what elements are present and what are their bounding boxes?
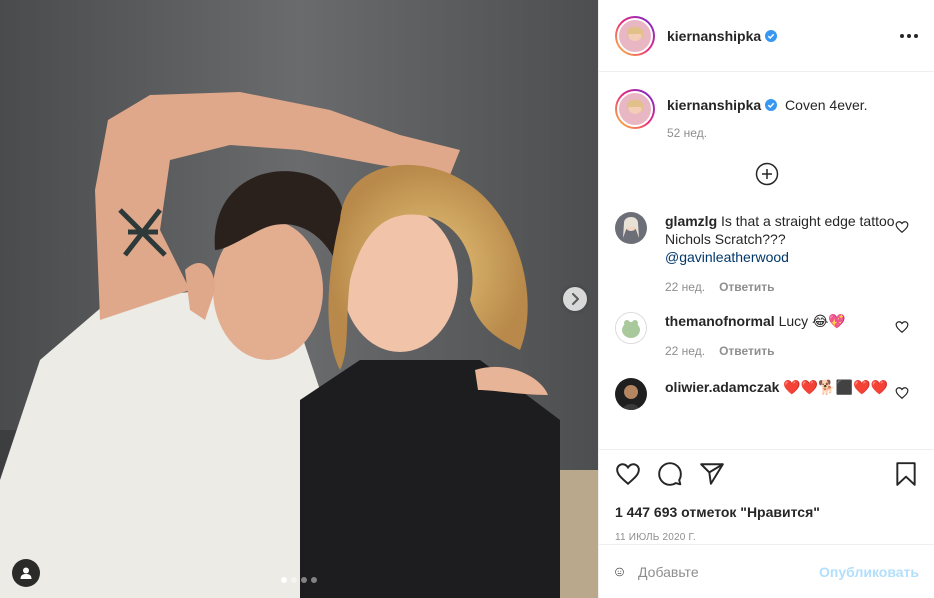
post-sidebar: kiernanshipka kiernanshipka Coven 4ever.…: [598, 0, 934, 598]
caption-username[interactable]: kiernanshipka: [667, 97, 761, 113]
reply-button[interactable]: Ответить: [719, 344, 774, 358]
share-icon[interactable]: [699, 461, 725, 487]
comment-mention[interactable]: @gavinleatherwood: [665, 248, 901, 266]
more-icon: [900, 33, 904, 38]
verified-icon: [765, 29, 778, 42]
bookmark-icon[interactable]: [893, 461, 919, 487]
commenter-avatar[interactable]: [615, 212, 647, 244]
commenter-avatar[interactable]: [615, 378, 647, 410]
comment-age[interactable]: 22 нед.: [665, 280, 705, 294]
emoji-icon[interactable]: [615, 559, 624, 585]
comment-item: themanofnormal Lucy 😂💖 22 нед. Ответить: [615, 312, 919, 358]
comment-age[interactable]: 22 нед.: [665, 344, 705, 358]
tagged-users-button[interactable]: [12, 559, 40, 587]
author-avatar[interactable]: [615, 89, 655, 129]
comment-username[interactable]: oliwier.adamczak: [665, 379, 779, 395]
post-header: kiernanshipka: [599, 0, 934, 72]
likes-count[interactable]: 1 447 693 отметок "Нравится": [615, 504, 919, 520]
carousel-next-button[interactable]: [563, 287, 587, 311]
heart-icon[interactable]: [615, 461, 641, 487]
reply-button[interactable]: Ответить: [719, 280, 774, 294]
commenter-avatar[interactable]: [615, 312, 647, 344]
comment-text: Lucy 😂💖: [778, 313, 846, 329]
comment-username[interactable]: glamzlg: [665, 213, 717, 229]
caption-age[interactable]: 52 нед.: [667, 126, 707, 140]
photo-image: [0, 0, 598, 598]
comment-icon[interactable]: [657, 461, 683, 487]
publish-button[interactable]: Опубликовать: [819, 564, 919, 580]
comment-like-icon[interactable]: [895, 220, 909, 234]
comments-section[interactable]: kiernanshipka Coven 4ever. 52 нед. glamz…: [599, 73, 934, 449]
load-more-comments[interactable]: [615, 162, 919, 186]
carousel-dot: [291, 577, 297, 583]
carousel-dot: [311, 577, 317, 583]
verified-icon: [765, 99, 778, 111]
comment-text: ❤️❤️🐕⬛❤️❤️: [783, 379, 888, 395]
author-avatar[interactable]: [615, 15, 655, 56]
carousel-indicator: [281, 577, 317, 583]
comment-item: glamzlg Is that a straight edge tattoo N…: [615, 212, 919, 294]
carousel-dot: [301, 577, 307, 583]
caption: kiernanshipka Coven 4ever. 52 нед.: [615, 89, 919, 140]
chevron-right-icon: [572, 293, 579, 305]
comment-like-icon[interactable]: [895, 386, 909, 400]
caption-text: Coven 4ever.: [785, 97, 868, 113]
post-date[interactable]: 11 ИЮЛЬ 2020 Г.: [615, 532, 919, 543]
add-comment-form: Опубликовать: [599, 544, 934, 598]
comment-like-icon[interactable]: [895, 320, 909, 334]
user-tag-icon: [20, 567, 32, 579]
comment-item: oliwier.adamczak ❤️❤️🐕⬛❤️❤️: [615, 378, 919, 410]
post-photo[interactable]: [0, 0, 598, 598]
carousel-dot: [281, 577, 287, 583]
author-username[interactable]: kiernanshipka: [667, 28, 761, 44]
comment-input[interactable]: [638, 563, 820, 580]
more-options-button[interactable]: [900, 33, 918, 38]
comment-username[interactable]: themanofnormal: [665, 313, 775, 329]
plus-circle-icon: [755, 162, 779, 186]
post-actions: 1 447 693 отметок "Нравится" 11 ИЮЛЬ 202…: [599, 449, 934, 544]
